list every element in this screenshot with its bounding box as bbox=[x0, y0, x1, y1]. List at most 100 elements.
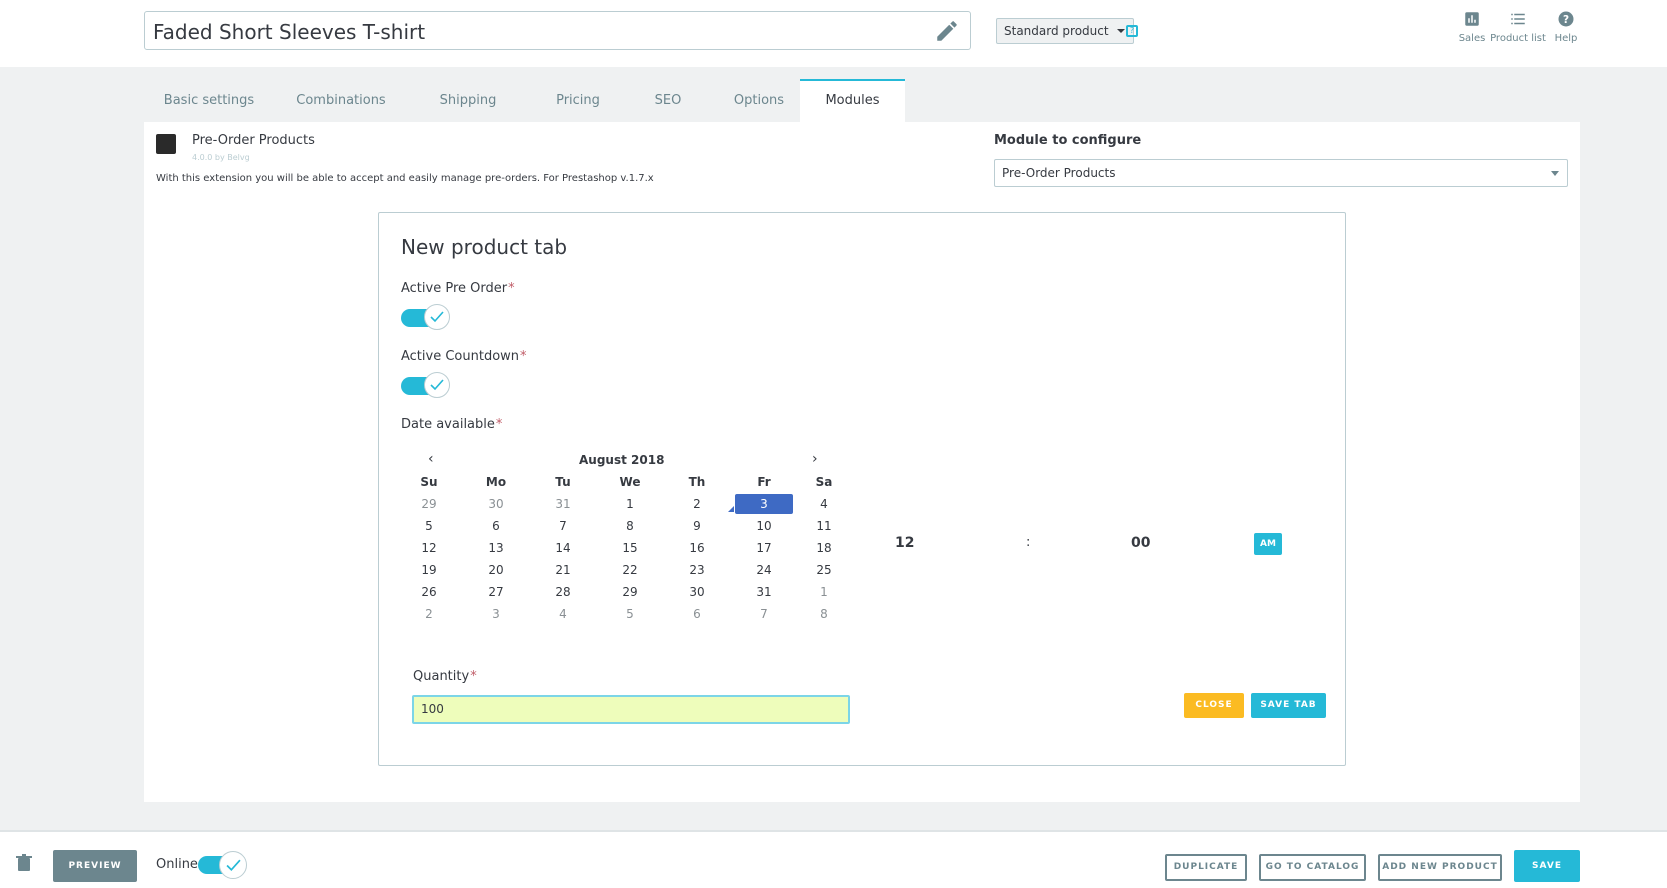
tab-combinations[interactable]: Combinations bbox=[274, 79, 408, 123]
time-separator: : bbox=[1026, 535, 1031, 550]
active-countdown-label-text: Active Countdown bbox=[401, 349, 520, 364]
pencil-icon[interactable] bbox=[934, 18, 960, 44]
time-minute[interactable]: 00 bbox=[1131, 535, 1150, 551]
calendar-day[interactable]: 16 bbox=[669, 538, 725, 558]
help-icon[interactable]: ? bbox=[1126, 25, 1138, 37]
calendar-weekday: Sa bbox=[815, 475, 833, 489]
calendar-weekday: We bbox=[619, 475, 641, 489]
product-name-text: Faded Short Sleeves T-shirt bbox=[153, 20, 426, 44]
calendar-day[interactable]: 14 bbox=[535, 538, 591, 558]
calendar-day[interactable]: 24 bbox=[736, 560, 792, 580]
calendar-day[interactable]: 2 bbox=[669, 494, 725, 514]
toggle-knob bbox=[424, 304, 450, 330]
active-preorder-toggle[interactable] bbox=[401, 304, 451, 330]
calendar-weekday: Fr bbox=[757, 475, 771, 489]
calendar-day[interactable]: 5 bbox=[602, 604, 658, 624]
tab-shipping[interactable]: Shipping bbox=[408, 79, 528, 123]
tab-basic-settings[interactable]: Basic settings bbox=[144, 79, 274, 123]
calendar-day[interactable]: 3 bbox=[468, 604, 524, 624]
calendar-day[interactable]: 1 bbox=[796, 582, 852, 602]
calendar-day[interactable]: 6 bbox=[468, 516, 524, 536]
product-list-link[interactable]: Product list bbox=[1490, 10, 1546, 44]
calendar-day[interactable]: 8 bbox=[602, 516, 658, 536]
calendar-day[interactable]: 5 bbox=[401, 516, 457, 536]
calendar-weekday: Su bbox=[420, 475, 438, 489]
calendar-day-selected[interactable]: 3 bbox=[735, 494, 793, 514]
calendar-weekday: Mo bbox=[485, 475, 507, 489]
calendar-day[interactable]: 2 bbox=[401, 604, 457, 624]
calendar-day[interactable]: 30 bbox=[468, 494, 524, 514]
calendar-prev-button[interactable]: ‹ bbox=[428, 451, 434, 467]
tab-modules[interactable]: Modules bbox=[800, 79, 905, 123]
module-configure-select[interactable]: Pre-Order Products bbox=[994, 159, 1568, 187]
required-mark: * bbox=[470, 669, 477, 684]
calendar-day[interactable]: 30 bbox=[669, 582, 725, 602]
add-new-product-button[interactable]: ADD NEW PRODUCT bbox=[1378, 854, 1502, 881]
calendar-month-label[interactable]: August 2018 bbox=[579, 453, 664, 467]
calendar-day[interactable]: 7 bbox=[535, 516, 591, 536]
sales-link[interactable]: Sales bbox=[1458, 10, 1486, 44]
module-logo bbox=[156, 134, 176, 154]
product-name-field[interactable]: Faded Short Sleeves T-shirt bbox=[144, 11, 971, 50]
required-mark: * bbox=[508, 281, 515, 296]
calendar-day[interactable]: 12 bbox=[401, 538, 457, 558]
calendar-day[interactable]: 29 bbox=[401, 494, 457, 514]
calendar-day[interactable]: 1 bbox=[602, 494, 658, 514]
tab-pricing[interactable]: Pricing bbox=[528, 79, 628, 123]
calendar-day[interactable]: 23 bbox=[669, 560, 725, 580]
calendar-day[interactable]: 31 bbox=[535, 494, 591, 514]
online-label: Online bbox=[156, 857, 198, 872]
ampm-toggle-button[interactable]: AM bbox=[1254, 533, 1282, 555]
calendar-day[interactable]: 22 bbox=[602, 560, 658, 580]
new-product-tab-form: New product tab Active Pre Order* Active… bbox=[378, 212, 1346, 766]
save-button[interactable]: SAVE bbox=[1514, 850, 1580, 882]
calendar-day[interactable]: 29 bbox=[602, 582, 658, 602]
calendar-day[interactable]: 18 bbox=[796, 538, 852, 558]
calendar-day[interactable]: 10 bbox=[736, 516, 792, 536]
trash-icon[interactable] bbox=[16, 854, 32, 872]
product-tabs: Basic settings Combinations Shipping Pri… bbox=[144, 79, 1580, 123]
calendar-weekday: Th bbox=[688, 475, 706, 489]
calendar-day[interactable]: 15 bbox=[602, 538, 658, 558]
calendar-day[interactable]: 19 bbox=[401, 560, 457, 580]
tab-seo[interactable]: SEO bbox=[628, 79, 708, 123]
calendar-day[interactable]: 17 bbox=[736, 538, 792, 558]
calendar-day[interactable]: 8 bbox=[796, 604, 852, 624]
product-type-dropdown[interactable]: Standard product bbox=[996, 18, 1134, 44]
calendar-day[interactable]: 4 bbox=[796, 494, 852, 514]
calendar-day[interactable]: 13 bbox=[468, 538, 524, 558]
calendar-day[interactable]: 26 bbox=[401, 582, 457, 602]
preview-button[interactable]: PREVIEW bbox=[53, 850, 137, 882]
active-countdown-toggle[interactable] bbox=[401, 372, 451, 398]
footer-toolbar: PREVIEW Online DUPLICATE GO TO CATALOG A… bbox=[0, 830, 1667, 888]
calendar-day[interactable]: 25 bbox=[796, 560, 852, 580]
go-to-catalog-button[interactable]: GO TO CATALOG bbox=[1259, 854, 1366, 881]
required-mark: * bbox=[520, 349, 527, 364]
product-type-label: Standard product bbox=[1004, 24, 1109, 38]
calendar-day[interactable]: 21 bbox=[535, 560, 591, 580]
calendar-day[interactable]: 4 bbox=[535, 604, 591, 624]
time-hour[interactable]: 12 bbox=[895, 535, 914, 551]
calendar-next-button[interactable]: › bbox=[812, 451, 818, 467]
module-configure-value: Pre-Order Products bbox=[1002, 166, 1116, 180]
quantity-label-text: Quantity bbox=[413, 669, 470, 684]
tab-options[interactable]: Options bbox=[708, 79, 810, 123]
online-toggle[interactable] bbox=[198, 850, 248, 880]
calendar-day[interactable]: 31 bbox=[736, 582, 792, 602]
calendar-day[interactable]: 7 bbox=[736, 604, 792, 624]
duplicate-button[interactable]: DUPLICATE bbox=[1165, 854, 1247, 881]
sales-label: Sales bbox=[1458, 33, 1486, 44]
calendar-day[interactable]: 28 bbox=[535, 582, 591, 602]
close-button[interactable]: CLOSE bbox=[1184, 693, 1244, 718]
help-link[interactable]: ? Help bbox=[1553, 10, 1579, 44]
save-tab-button[interactable]: SAVE TAB bbox=[1251, 693, 1326, 718]
chevron-down-icon bbox=[1116, 29, 1125, 33]
product-list-label: Product list bbox=[1490, 33, 1546, 44]
calendar-day[interactable]: 20 bbox=[468, 560, 524, 580]
date-available-label-text: Date available bbox=[401, 417, 495, 432]
calendar-day[interactable]: 27 bbox=[468, 582, 524, 602]
calendar-day[interactable]: 11 bbox=[796, 516, 852, 536]
calendar-day[interactable]: 6 bbox=[669, 604, 725, 624]
calendar-day[interactable]: 9 bbox=[669, 516, 725, 536]
quantity-input[interactable]: 100 bbox=[412, 695, 850, 724]
